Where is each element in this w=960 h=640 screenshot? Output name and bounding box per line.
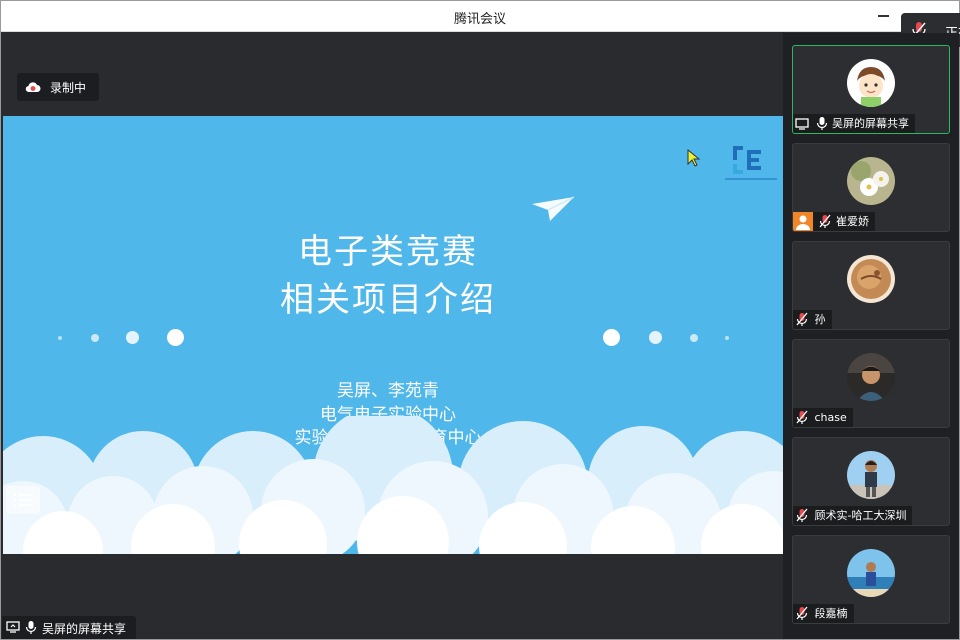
participant-name: 顾术实-哈工大深圳 [814, 509, 907, 522]
paper-plane-icon [532, 196, 575, 221]
share-label-text: 吴屏的屏幕共享 [42, 622, 127, 636]
participant-name: chase [814, 410, 847, 424]
participant-tile[interactable]: 段嘉楠 [792, 535, 950, 624]
participant-name: 吴屏的屏幕共享 [832, 117, 909, 130]
decor-dot [91, 334, 99, 342]
meeting-window: 腾讯会议 录制中 电子类竞赛 相关项目介绍 吴屏、李苑青 电气电子实验中心 吴屏… [0, 0, 960, 640]
decor-dot [603, 329, 620, 346]
participant-name-tag: 吴屏的屏幕共享 [793, 114, 915, 133]
mouse-cursor-icon [687, 149, 701, 167]
avatar [847, 353, 895, 401]
presentation-slide: 电子类竞赛 相关项目介绍 吴屏、李苑青 电气电子实验中心 实验与创新实践教育中心 [3, 116, 783, 554]
mic-muted-icon [796, 508, 808, 522]
cloud-background [3, 416, 783, 554]
mic-icon [816, 117, 827, 130]
logo-icon [725, 146, 777, 180]
participant-name-tag: 崔爱娇 [793, 212, 875, 231]
participant-tile[interactable]: chase [792, 339, 950, 428]
participant-name-tag: chase [793, 408, 853, 427]
participant-sidebar: 吴屏的屏幕共享 崔爱娇 孙 chase 顾术实-哈工大深圳 段嘉楠 [783, 33, 959, 639]
decor-dot [167, 329, 184, 346]
mic-muted-icon [796, 410, 808, 424]
recording-indicator[interactable]: 录制中 [17, 73, 99, 101]
screen-share-label: 吴屏的屏幕共享 [2, 616, 136, 639]
title-bar: 腾讯会议 [1, 1, 959, 32]
avatar [847, 59, 895, 107]
recording-label: 录制中 [50, 81, 87, 95]
participant-name: 崔爱娇 [836, 215, 869, 228]
avatar [847, 451, 895, 499]
participant-name-tag: 孙 [793, 310, 832, 329]
shared-screen-area: 录制中 电子类竞赛 相关项目介绍 吴屏、李苑青 电气电子实验中心 吴屏的屏幕共享 [2, 33, 783, 639]
avatar [847, 157, 895, 205]
participant-name: 孙 [814, 313, 826, 326]
participant-tile[interactable]: 崔爱娇 [792, 143, 950, 232]
decor-dot [649, 331, 662, 344]
minimize-button[interactable] [873, 5, 893, 25]
window-title: 腾讯会议 [453, 12, 506, 27]
avatar [847, 549, 895, 597]
participant-tile[interactable]: 吴屏的屏幕共享 [792, 45, 950, 134]
mic-muted-icon [796, 606, 808, 620]
decor-dot [58, 336, 62, 340]
decor-dot [725, 336, 729, 340]
cloud-record-icon [25, 82, 41, 93]
slide-title-line1: 电子类竞赛 [298, 232, 478, 272]
participant-tile[interactable]: 顾术实-哈工大深圳 [792, 437, 950, 526]
participant-name: 段嘉楠 [814, 607, 848, 620]
avatar [847, 255, 895, 303]
participant-name-tag: 段嘉楠 [793, 604, 854, 623]
slide-authors: 吴屏、李苑青 [337, 381, 439, 401]
person-icon [793, 212, 813, 231]
screen-share-icon [795, 118, 809, 130]
participant-tile[interactable]: 孙 [792, 241, 950, 330]
participant-name-tag: 顾术实-哈工大深圳 [793, 506, 913, 525]
mic-muted-icon [796, 312, 808, 326]
mic-icon [25, 621, 37, 634]
decor-dot [126, 331, 139, 344]
mic-muted-icon [819, 214, 830, 228]
slide-list-button[interactable] [6, 486, 40, 514]
decor-dot [690, 334, 698, 342]
slide-title-line2: 相关项目介绍 [280, 280, 496, 320]
screen-share-icon [6, 621, 20, 633]
